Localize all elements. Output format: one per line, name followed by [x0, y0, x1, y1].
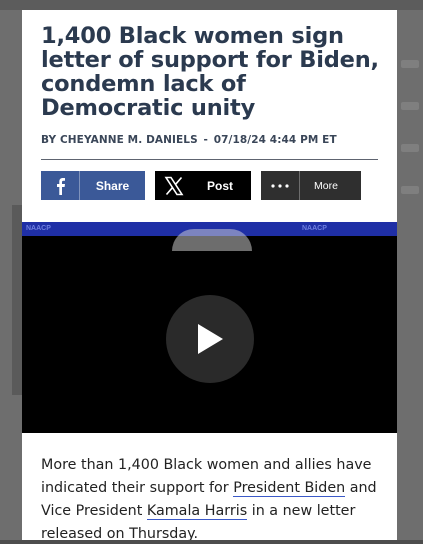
- screen: 1,400 Black women sign letter of support…: [0, 0, 423, 544]
- bottom-edge: [0, 540, 423, 544]
- background-top-bar: [0, 0, 423, 10]
- facebook-share-button[interactable]: Share: [41, 171, 145, 200]
- facebook-share-label: Share: [95, 178, 130, 193]
- background-sidebar-row: [401, 186, 419, 194]
- play-icon: [198, 324, 223, 354]
- president-biden-link[interactable]: President Biden: [233, 480, 346, 497]
- x-post-button[interactable]: Post: [155, 171, 251, 200]
- video-thumbnail-figure: [172, 229, 252, 251]
- video-banner-tag: NAACP: [26, 225, 51, 232]
- byline-author[interactable]: BY CHEYANNE M. DANIELS: [41, 134, 198, 146]
- background-sidebar-row: [401, 60, 419, 68]
- video-banner-tag: NAACP: [302, 225, 327, 232]
- background-sidebar-row: [401, 144, 419, 152]
- background-sidebar-row: [401, 102, 419, 110]
- article-headline: 1,400 Black women sign letter of support…: [41, 23, 379, 121]
- byline-divider: [41, 159, 378, 160]
- x-post-label: Post: [207, 178, 234, 193]
- kamala-harris-link[interactable]: Kamala Harris: [146, 503, 248, 520]
- background-sidebar: [397, 40, 423, 544]
- byline-separator: -: [203, 134, 208, 146]
- x-logo-icon: [155, 171, 193, 200]
- article-overlay: 1,400 Black women sign letter of support…: [22, 10, 397, 544]
- more-share-label: More: [314, 179, 338, 192]
- article-byline: BY CHEYANNE M. DANIELS - 07/18/24 4:44 P…: [41, 134, 337, 146]
- article-body-paragraph: More than 1,400 Black women and allies h…: [41, 454, 381, 544]
- play-button[interactable]: [166, 295, 254, 383]
- more-share-button[interactable]: More: [261, 171, 361, 200]
- facebook-icon: [41, 171, 80, 200]
- byline-timestamp: 07/18/24 4:44 PM ET: [213, 134, 337, 146]
- background-left-column: [12, 205, 22, 395]
- more-dots-icon: [261, 171, 300, 200]
- video-player[interactable]: NAACP NAACP: [22, 222, 397, 433]
